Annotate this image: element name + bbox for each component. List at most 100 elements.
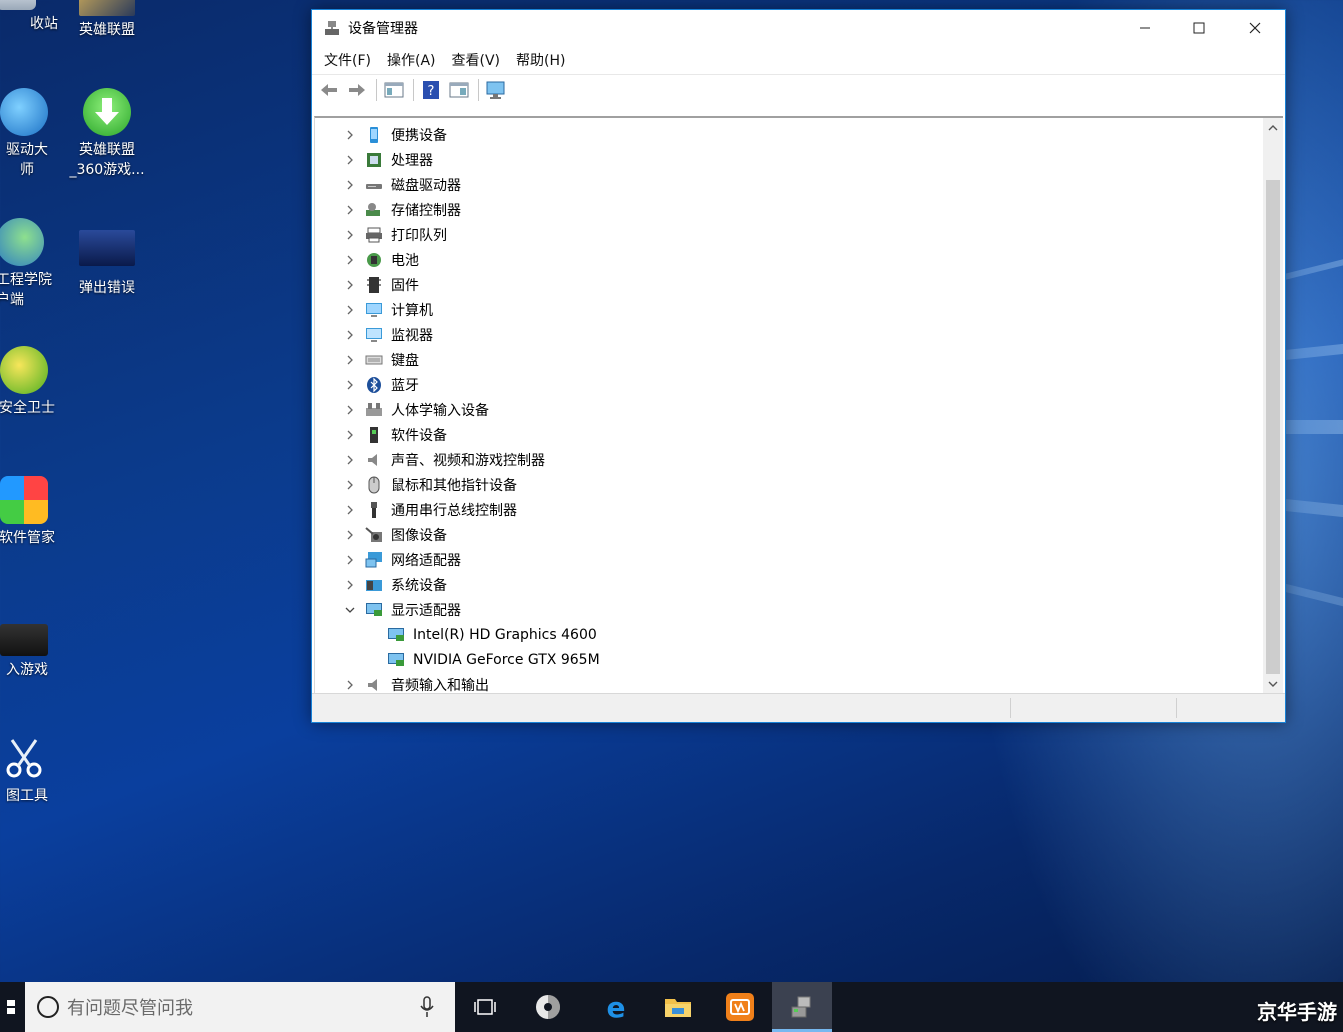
tree-category-item[interactable]: 图像设备 bbox=[343, 522, 447, 547]
chevron-right-icon[interactable] bbox=[343, 378, 357, 392]
desktop-icon-recycle-bin[interactable]: 收站 bbox=[0, 0, 58, 34]
desktop-icon-lol[interactable]: 英雄联盟 bbox=[65, 0, 149, 40]
tree-category-item[interactable]: 处理器 bbox=[343, 147, 433, 172]
properties-button[interactable] bbox=[448, 79, 470, 101]
close-button[interactable] bbox=[1232, 10, 1278, 46]
tree-device-item[interactable]: NVIDIA GeForce GTX 965M bbox=[387, 647, 600, 672]
tree-category-item[interactable]: 通用串行总线控制器 bbox=[343, 497, 517, 522]
chevron-right-icon[interactable] bbox=[343, 428, 357, 442]
vertical-scrollbar[interactable] bbox=[1263, 118, 1283, 694]
show-hide-console-tree-button[interactable] bbox=[383, 79, 405, 101]
desktop-icon-driver-master[interactable]: 驱动大师 bbox=[0, 88, 54, 180]
minimize-button[interactable] bbox=[1122, 10, 1168, 46]
desktop-icon-screenshot-tool[interactable]: 图工具 bbox=[0, 734, 56, 806]
tree-category-item[interactable]: 音频输入和输出 bbox=[343, 672, 489, 694]
taskbar-app-pinwheel[interactable] bbox=[518, 982, 578, 1032]
desktop-icon-software-manager[interactable]: 软件管家 bbox=[0, 476, 56, 548]
tree-category-item[interactable]: 系统设备 bbox=[343, 572, 447, 597]
tree-category-item[interactable]: 显示适配器 bbox=[343, 597, 461, 622]
tree-category-item[interactable]: 蓝牙 bbox=[343, 372, 419, 397]
tree-item-label: 网络适配器 bbox=[391, 552, 461, 569]
scan-hardware-button[interactable] bbox=[485, 79, 507, 101]
tree-category-item[interactable]: 人体学输入设备 bbox=[343, 397, 489, 422]
chevron-right-icon[interactable] bbox=[343, 303, 357, 317]
chevron-right-icon[interactable] bbox=[343, 328, 357, 342]
chevron-right-icon[interactable] bbox=[343, 178, 357, 192]
desktop-icon-360-safe[interactable]: 安全卫士 bbox=[0, 346, 56, 418]
console-tree-icon bbox=[384, 82, 404, 98]
chevron-right-icon[interactable] bbox=[343, 528, 357, 542]
status-bar-divider bbox=[1176, 698, 1177, 718]
help-button[interactable]: ? bbox=[420, 79, 442, 101]
chevron-right-icon[interactable] bbox=[343, 153, 357, 167]
device-tree[interactable]: 便携设备 处理器 磁盘驱动器 存储控制器打印队列电池 固件 计算机 监视器 键盘 蓝牙 人体学输入… bbox=[315, 118, 1263, 694]
tree-category-item[interactable]: 监视器 bbox=[343, 322, 433, 347]
chevron-right-icon[interactable] bbox=[343, 228, 357, 242]
search-box[interactable]: 有问题尽管问我 bbox=[25, 982, 455, 1032]
tree-category-item[interactable]: 软件设备 bbox=[343, 422, 447, 447]
tree-item-label: 打印队列 bbox=[391, 227, 447, 244]
taskbar-app-edge[interactable]: e bbox=[586, 982, 646, 1032]
toolbar-separator bbox=[376, 79, 377, 101]
tree-category-item[interactable]: 便携设备 bbox=[343, 122, 447, 147]
windows-logo-icon bbox=[7, 1000, 15, 1014]
desktop-icon-label: _360游戏... bbox=[69, 162, 145, 178]
menu-action[interactable]: 操作(A) bbox=[381, 50, 442, 70]
menu-file[interactable]: 文件(F) bbox=[318, 50, 377, 70]
chevron-down-icon bbox=[1268, 681, 1278, 687]
taskbar-app-media[interactable] bbox=[710, 982, 770, 1032]
maximize-button[interactable] bbox=[1176, 10, 1222, 46]
tree-category-item[interactable]: 鼠标和其他指针设备 bbox=[343, 472, 517, 497]
usb-icon bbox=[365, 501, 383, 519]
start-button[interactable] bbox=[0, 982, 24, 1032]
tree-item-label: 显示适配器 bbox=[391, 602, 461, 619]
desktop-icon-lol-360[interactable]: 英雄联盟 _360游戏... bbox=[65, 88, 149, 180]
chevron-right-icon[interactable] bbox=[343, 678, 357, 692]
tree-category-item[interactable]: 打印队列 bbox=[343, 222, 447, 247]
chevron-right-icon[interactable] bbox=[343, 578, 357, 592]
forward-button[interactable] bbox=[346, 79, 368, 101]
tree-device-item[interactable]: Intel(R) HD Graphics 4600 bbox=[387, 622, 597, 647]
tree-category-item[interactable]: 计算机 bbox=[343, 297, 433, 322]
tree-category-item[interactable]: 磁盘驱动器 bbox=[343, 172, 461, 197]
chevron-right-icon[interactable] bbox=[343, 203, 357, 217]
chevron-right-icon[interactable] bbox=[343, 253, 357, 267]
chevron-down-icon[interactable] bbox=[343, 603, 357, 617]
task-view-button[interactable] bbox=[455, 982, 515, 1032]
status-bar-divider bbox=[1010, 698, 1011, 718]
menu-view[interactable]: 查看(V) bbox=[446, 50, 507, 70]
taskbar-app-device-manager[interactable] bbox=[772, 982, 832, 1032]
chevron-right-icon[interactable] bbox=[343, 128, 357, 142]
device-manager-window: 设备管理器 文件(F) 操作(A) 查看(V) 帮助(H) ? 便携设备 处理器… bbox=[311, 9, 1286, 723]
bluetooth-icon bbox=[365, 376, 383, 394]
chevron-right-icon[interactable] bbox=[343, 478, 357, 492]
back-button[interactable] bbox=[318, 79, 340, 101]
taskbar-app-file-explorer[interactable] bbox=[648, 982, 708, 1032]
menu-help[interactable]: 帮助(H) bbox=[510, 50, 571, 70]
desktop-icon-label: 安全卫士 bbox=[0, 400, 55, 416]
desktop-icon-label: 英雄联盟 bbox=[79, 22, 135, 38]
chevron-right-icon[interactable] bbox=[343, 553, 357, 567]
scroll-down-button[interactable] bbox=[1263, 674, 1283, 694]
display-adapter-icon bbox=[365, 601, 383, 619]
scroll-thumb[interactable] bbox=[1266, 180, 1280, 674]
chevron-right-icon[interactable] bbox=[343, 403, 357, 417]
tree-category-item[interactable]: 固件 bbox=[343, 272, 419, 297]
desktop-icon-game[interactable]: 入游戏 bbox=[0, 624, 56, 680]
tree-category-item[interactable]: 存储控制器 bbox=[343, 197, 461, 222]
tree-category-item[interactable]: 声音、视频和游戏控制器 bbox=[343, 447, 545, 472]
display-adapter-icon bbox=[387, 626, 405, 644]
chevron-right-icon[interactable] bbox=[343, 278, 357, 292]
desktop-icon-popup-error[interactable]: 弹出错误 bbox=[65, 230, 149, 298]
microphone-icon[interactable] bbox=[415, 995, 439, 1019]
chevron-right-icon[interactable] bbox=[343, 453, 357, 467]
desktop-icon-college-client[interactable]: 工程学院 客户端 bbox=[0, 218, 56, 310]
tree-category-item[interactable]: 电池 bbox=[343, 247, 419, 272]
portable-device-icon bbox=[365, 126, 383, 144]
title-bar[interactable]: 设备管理器 bbox=[312, 10, 1285, 46]
chevron-right-icon[interactable] bbox=[343, 503, 357, 517]
chevron-right-icon[interactable] bbox=[343, 353, 357, 367]
tree-category-item[interactable]: 键盘 bbox=[343, 347, 419, 372]
scroll-up-button[interactable] bbox=[1263, 118, 1283, 138]
tree-category-item[interactable]: 网络适配器 bbox=[343, 547, 461, 572]
